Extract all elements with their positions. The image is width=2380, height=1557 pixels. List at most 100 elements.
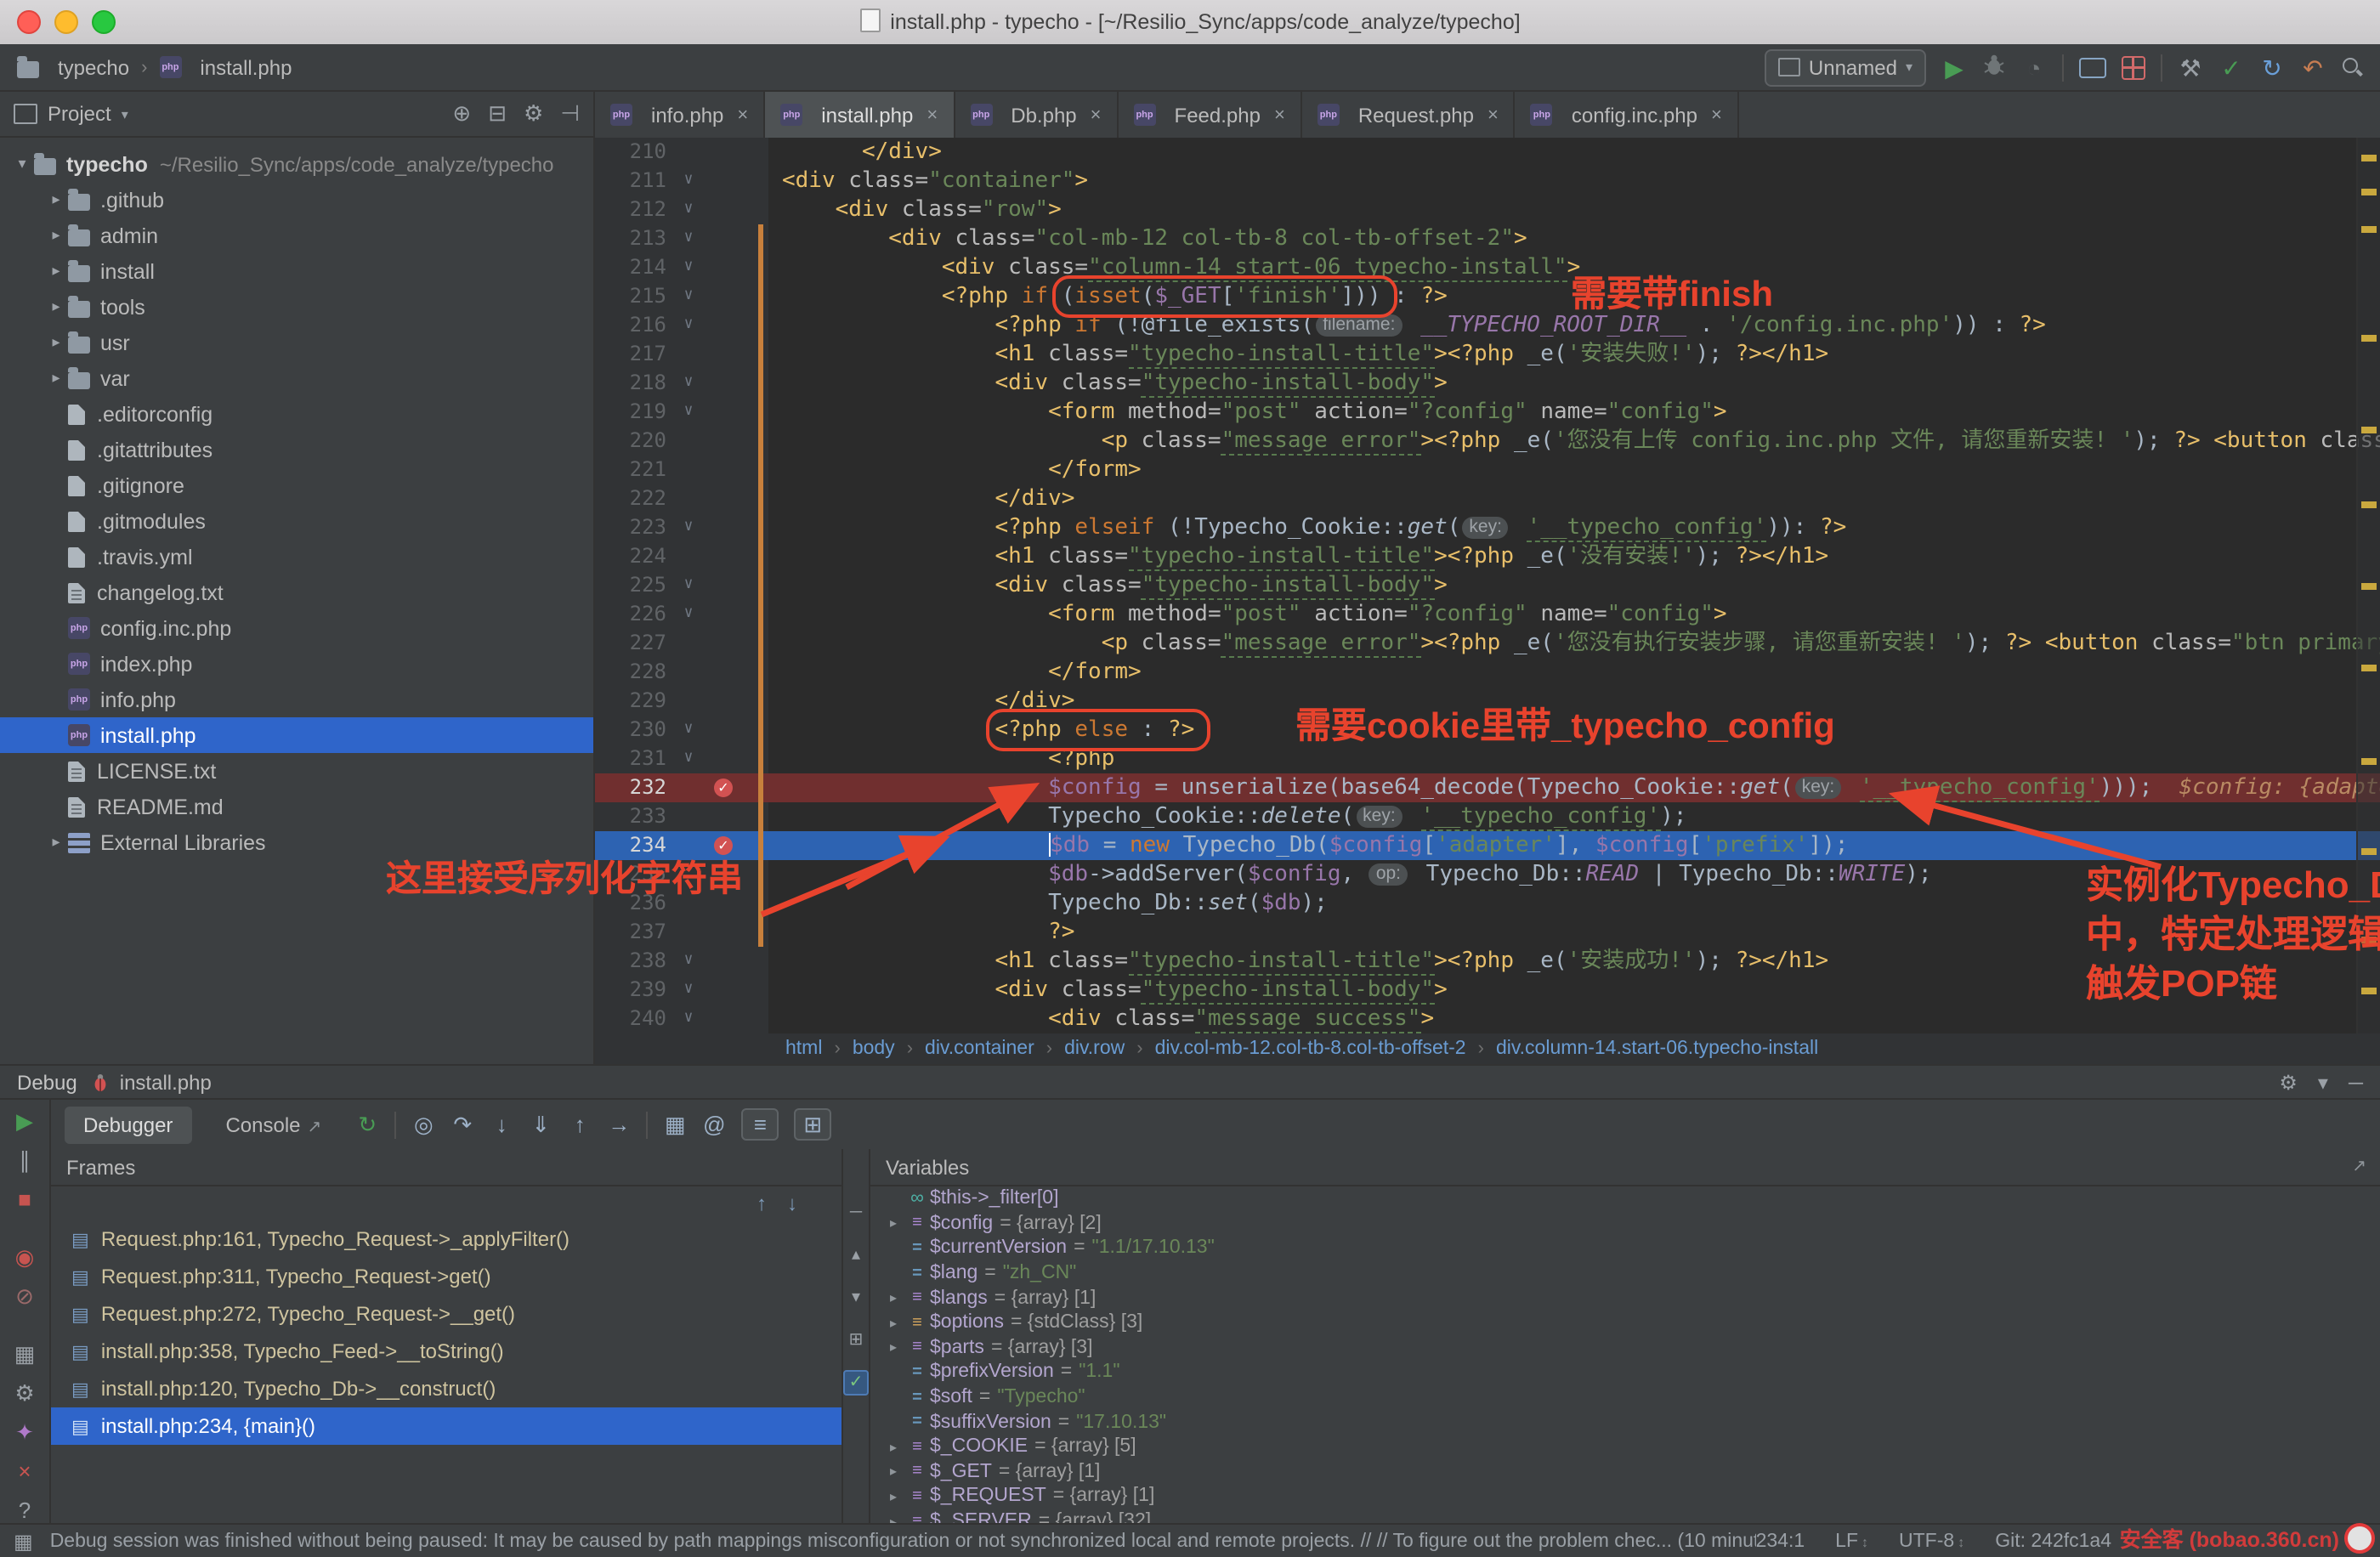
breakpoint-area[interactable] xyxy=(704,484,748,513)
fold-marker[interactable]: ∨ xyxy=(673,513,704,542)
build-icon[interactable]: ⚒ xyxy=(2178,55,2203,79)
code-line-232[interactable]: 232✓ $config = unserialize(base64_decode… xyxy=(595,773,2380,802)
frame-item-1[interactable]: ▤Request.php:311, Typecho_Request->get() xyxy=(51,1258,842,1295)
line-separator-widget[interactable]: LF↕ xyxy=(1835,1531,1868,1551)
code-text[interactable]: </div> xyxy=(768,484,2380,513)
project-panel-title[interactable]: Project xyxy=(48,102,111,126)
variable-this-filter-0[interactable]: ∞$this->_filter[0] xyxy=(870,1186,2380,1211)
code-text[interactable]: <div class="typecho-install-body"> xyxy=(768,369,2380,398)
tree-item-gitattributes[interactable]: .gitattributes xyxy=(0,432,593,467)
tool-window-switcher-icon[interactable]: ▦ xyxy=(14,1529,33,1553)
breakpoint-area[interactable] xyxy=(704,600,748,629)
code-text[interactable]: <h1 class="typecho-install-title"><?php … xyxy=(768,340,2380,369)
variable-get[interactable]: ▸≡$_GET = {array} [1] xyxy=(870,1459,2380,1484)
breadcrumb-project[interactable]: typecho xyxy=(58,55,129,79)
breadcrumb-item[interactable]: div.container xyxy=(925,1039,1034,1059)
breakpoint-area[interactable]: ✓ xyxy=(704,831,748,860)
settings-gear-icon[interactable]: ⚙ xyxy=(2279,1070,2298,1094)
pin-icon[interactable]: ✦ xyxy=(15,1421,34,1445)
force-step-into-icon[interactable]: ⇓ xyxy=(529,1111,552,1138)
tab-close-icon[interactable]: × xyxy=(1711,105,1722,125)
tab-close-icon[interactable]: × xyxy=(1274,105,1285,125)
breakpoint-area[interactable] xyxy=(704,947,748,976)
code-line-230[interactable]: 230∨ <?php else : ?> xyxy=(595,716,2380,745)
fold-marker[interactable]: ∨ xyxy=(673,398,704,427)
tree-item-config-inc-php[interactable]: phpconfig.inc.php xyxy=(0,610,593,646)
fold-marker[interactable]: ∨ xyxy=(673,282,704,311)
code-text[interactable]: $config = unserialize(base64_decode(Type… xyxy=(768,773,2380,802)
run-with-coverage-icon[interactable] xyxy=(2079,57,2106,77)
warning-stripe-mark[interactable] xyxy=(2361,758,2377,764)
editor-tab-db-php[interactable]: phpDb.php× xyxy=(955,92,1118,138)
vcs-update-icon[interactable]: ↻ xyxy=(2259,55,2285,79)
tab-debugger[interactable]: Debugger xyxy=(65,1106,191,1143)
settings-gear-icon[interactable]: ⚙ xyxy=(14,1382,34,1406)
code-line-237[interactable]: 237 ?> xyxy=(595,918,2380,947)
expand-arrow-icon[interactable]: ▸ xyxy=(882,1464,904,1480)
breakpoint-area[interactable] xyxy=(704,138,748,167)
frame-item-0[interactable]: ▤Request.php:161, Typecho_Request->_appl… xyxy=(51,1220,842,1258)
breakpoint-area[interactable] xyxy=(704,658,748,687)
fold-marker[interactable]: ∨ xyxy=(673,167,704,195)
warning-stripe-mark[interactable] xyxy=(2361,848,2377,854)
stop-button[interactable]: ■ xyxy=(18,1188,31,1212)
error-stripe[interactable] xyxy=(2356,138,2380,1033)
copy-frames-icon[interactable]: ⊞ xyxy=(794,1108,831,1141)
code-text[interactable]: <div class="column-14 start-06 typecho-i… xyxy=(768,253,2380,282)
code-text[interactable]: <?php xyxy=(768,745,2380,773)
tree-item-github[interactable]: ▸.github xyxy=(0,182,593,218)
code-text[interactable]: <p class="message error"><?php _e('您没有执行… xyxy=(768,629,2380,658)
chevron-icon[interactable]: ▸ xyxy=(44,333,68,352)
debug-button[interactable] xyxy=(1982,53,2006,82)
variable-config[interactable]: ▸≡$config = {array} [2] xyxy=(870,1211,2380,1236)
code-text[interactable]: <?php else : ?> xyxy=(768,716,2380,745)
tree-item-install[interactable]: ▸install xyxy=(0,253,593,289)
code-line-225[interactable]: 225∨ <div class="typecho-install-body"> xyxy=(595,571,2380,600)
mute-breakpoints-icon[interactable]: ⊘ xyxy=(15,1285,34,1309)
code-text[interactable]: ?> xyxy=(768,918,2380,947)
chevron-icon[interactable]: ▾ xyxy=(10,155,34,173)
code-line-211[interactable]: 211∨<div class="container"> xyxy=(595,167,2380,195)
breakpoint-area[interactable] xyxy=(704,629,748,658)
caret-position-widget[interactable]: 234:1 xyxy=(1756,1531,1805,1551)
breakpoint-area[interactable] xyxy=(704,716,748,745)
tree-item-info-php[interactable]: phpinfo.php xyxy=(0,682,593,717)
variable-langs[interactable]: ▸≡$langs = {array} [1] xyxy=(870,1286,2380,1311)
warning-stripe-mark[interactable] xyxy=(2361,189,2377,195)
code-text[interactable]: </form> xyxy=(768,658,2380,687)
restore-layout-icon[interactable]: ▦ xyxy=(14,1343,36,1367)
breakpoint-area[interactable] xyxy=(704,918,748,947)
close-session-icon[interactable]: × xyxy=(18,1460,31,1484)
run-button[interactable]: ▶ xyxy=(1941,55,1967,79)
code-text[interactable]: <div class="typecho-install-body"> xyxy=(768,571,2380,600)
pause-button[interactable]: ∥ xyxy=(20,1149,31,1173)
tree-item-editorconfig[interactable]: .editorconfig xyxy=(0,396,593,432)
code-line-224[interactable]: 224 <h1 class="typecho-install-title"><?… xyxy=(595,542,2380,571)
show-execution-point-icon[interactable]: ◎ xyxy=(411,1111,435,1138)
code-line-217[interactable]: 217 <h1 class="typecho-install-title"><?… xyxy=(595,340,2380,369)
code-text[interactable]: <h1 class="typecho-install-title"><?php … xyxy=(768,947,2380,976)
variable-prefixversion[interactable]: =$prefixVersion = "1.1" xyxy=(870,1360,2380,1384)
variable-currentversion[interactable]: =$currentVersion = "1.1/17.10.13" xyxy=(870,1236,2380,1260)
code-line-214[interactable]: 214∨ <div class="column-14 start-06 type… xyxy=(595,253,2380,282)
step-over-icon[interactable]: ↷ xyxy=(450,1111,474,1138)
breadcrumb-item[interactable]: body xyxy=(853,1039,895,1059)
fold-marker[interactable]: ∨ xyxy=(673,224,704,253)
frame-item-4[interactable]: ▤install.php:120, Typecho_Db->__construc… xyxy=(51,1370,842,1407)
chevron-icon[interactable]: ▸ xyxy=(44,262,68,280)
code-line-239[interactable]: 239∨ <div class="typecho-install-body"> xyxy=(595,976,2380,1005)
run-configuration-select[interactable]: Unnamed ▾ xyxy=(1765,48,1926,86)
breakpoint-icon[interactable]: ✓ xyxy=(714,836,733,855)
tree-item-gitmodules[interactable]: .gitmodules xyxy=(0,503,593,539)
tree-item-tools[interactable]: ▸tools xyxy=(0,289,593,325)
code-line-231[interactable]: 231∨ <?php xyxy=(595,745,2380,773)
code-text[interactable]: <form method="post" action="?config" nam… xyxy=(768,398,2380,427)
breakpoint-icon[interactable]: ✓ xyxy=(714,778,733,797)
hide-icon[interactable]: ─ xyxy=(843,1200,869,1226)
encoding-widget[interactable]: UTF-8↕ xyxy=(1899,1531,1964,1551)
show-values-inline-icon[interactable]: ≡ xyxy=(741,1108,779,1141)
tab-close-icon[interactable]: × xyxy=(1488,105,1499,125)
previous-frame-icon[interactable]: ↑ xyxy=(756,1192,767,1215)
step-into-icon[interactable]: ↓ xyxy=(490,1112,513,1137)
code-text[interactable]: Typecho_Cookie::delete(key: '__typecho_c… xyxy=(768,802,2380,831)
